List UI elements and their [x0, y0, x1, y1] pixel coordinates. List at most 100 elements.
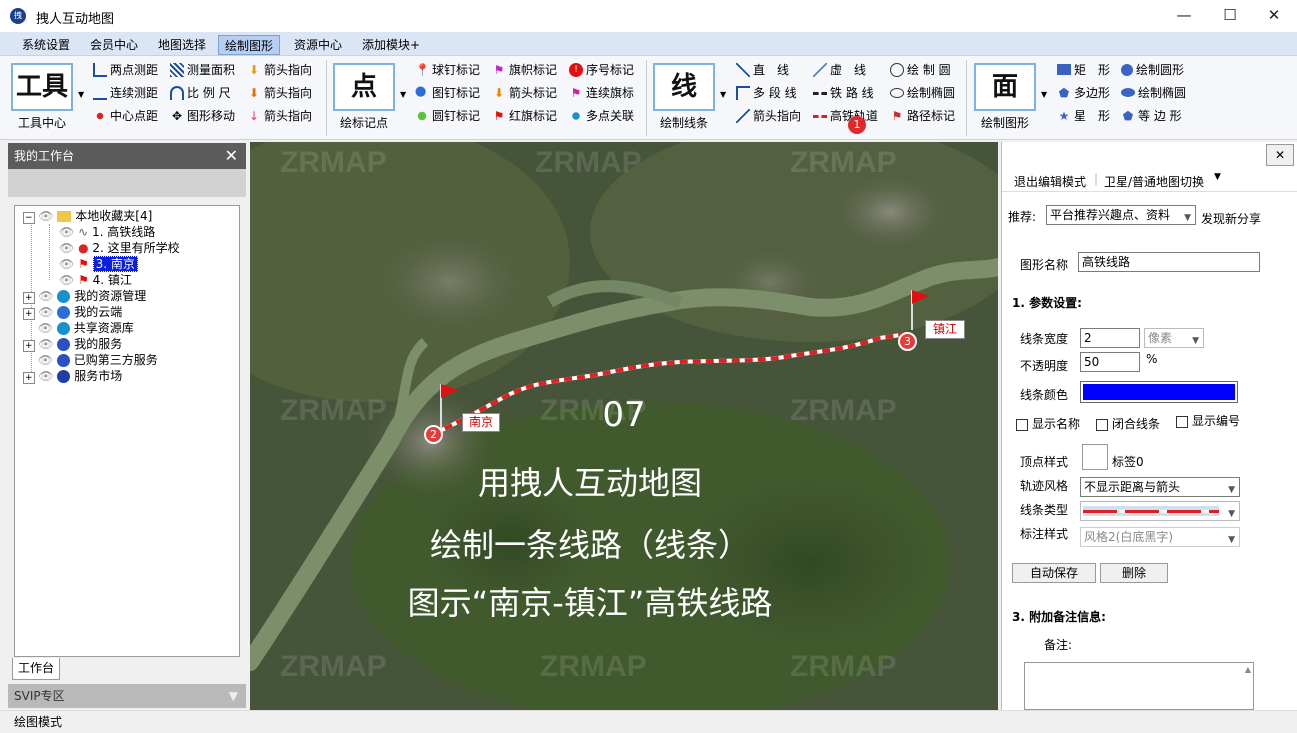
recommend-select[interactable]: 平台推荐兴趣点、资料 ▼: [1046, 205, 1196, 225]
ball-pin-button[interactable]: 📍 球钉标记: [415, 60, 480, 80]
tab-workspace[interactable]: 工作台: [12, 658, 60, 680]
map-view[interactable]: ZRMAP ZRMAP ZRMAP ZRMAP ZRMAP ZRMAP ZRMA…: [250, 142, 998, 710]
panel-close-button[interactable]: ✕: [1266, 144, 1294, 166]
checkbox-icon[interactable]: [1096, 418, 1108, 431]
shape-name-input[interactable]: 高铁线路: [1078, 252, 1260, 272]
tree-node-service-market[interactable]: + 👁 服务市场: [23, 368, 122, 384]
continuous-distance-button[interactable]: 连续测距: [93, 83, 158, 103]
draw-point-button[interactable]: 点: [333, 63, 395, 111]
regular-polygon-button[interactable]: ⬟ 等 边 形: [1121, 106, 1182, 126]
svip-section[interactable]: SVIP专区 ▼: [8, 684, 246, 708]
multi-point-link-button[interactable]: 多点关联: [569, 106, 634, 126]
tree-node-school[interactable]: 👁 ● 2. 这里有所学校: [59, 240, 180, 256]
width-unit-select[interactable]: 像素 ▼: [1144, 328, 1204, 348]
dashed-line-button[interactable]: 虚 线: [813, 60, 866, 80]
close-button[interactable]: ✕: [1251, 0, 1297, 32]
expand-icon[interactable]: +: [23, 308, 35, 320]
note-textarea[interactable]: ▲: [1024, 662, 1254, 710]
line-width-input[interactable]: 2: [1080, 328, 1140, 348]
expand-icon[interactable]: +: [23, 292, 35, 304]
tree-node-zhenjiang[interactable]: 👁 ⚑ 4. 镇江: [59, 272, 132, 288]
minimize-button[interactable]: —: [1161, 0, 1207, 32]
scroll-up-icon[interactable]: ▲: [1245, 665, 1251, 674]
eye-icon[interactable]: 👁: [59, 241, 74, 255]
draw-filled-ellipse-button[interactable]: 绘制椭圆: [1121, 83, 1186, 103]
eye-icon[interactable]: 👁: [59, 273, 74, 287]
shape-move-button[interactable]: ✥ 图形移动: [170, 106, 235, 126]
delete-button[interactable]: 删除: [1100, 563, 1168, 583]
chevron-down-icon[interactable]: ▼: [400, 90, 406, 99]
expand-icon[interactable]: +: [23, 372, 35, 384]
chevron-down-icon[interactable]: ▼: [1214, 172, 1221, 182]
chevron-down-icon[interactable]: ▼: [1041, 90, 1047, 99]
label-style-select[interactable]: 风格2(白底黑字) ▼: [1080, 527, 1240, 547]
tool-center-button[interactable]: 工具: [11, 63, 73, 111]
tree-node-third-party[interactable]: 👁 已购第三方服务: [23, 352, 158, 368]
tree-node-my-services[interactable]: + 👁 我的服务: [23, 336, 122, 352]
high-speed-rail-button[interactable]: 高铁轨道: [813, 106, 878, 126]
close-line-checkbox[interactable]: 闭合线条: [1096, 415, 1160, 432]
number-marker-button[interactable]: ! 序号标记: [569, 60, 634, 80]
thumbtack-button[interactable]: 图钉标记: [415, 83, 480, 103]
auto-save-button[interactable]: 自动保存: [1012, 563, 1096, 583]
marker-number[interactable]: 3: [898, 332, 917, 351]
railway-line-button[interactable]: 铁 路 线: [813, 83, 874, 103]
expand-icon[interactable]: +: [23, 340, 35, 352]
tree-node-local-favorites[interactable]: − 👁 本地收藏夹[4]: [23, 208, 152, 224]
round-pin-button[interactable]: 圆钉标记: [415, 106, 480, 126]
red-flag-button[interactable]: ⚑ 红旗标记: [492, 106, 557, 126]
eye-icon[interactable]: 👁: [38, 289, 53, 303]
draw-line-button[interactable]: 线: [653, 63, 715, 111]
tree-node-high-speed-rail[interactable]: 👁 ∿ 1. 高铁线路: [59, 224, 155, 240]
vertex-style-button[interactable]: [1082, 444, 1108, 470]
draw-circle-button[interactable]: 绘 制 圆: [890, 60, 951, 80]
eye-icon[interactable]: 👁: [38, 209, 53, 223]
two-point-distance-button[interactable]: 两点测距: [93, 60, 158, 80]
draw-area-button[interactable]: 面: [974, 63, 1036, 111]
menu-member-center[interactable]: 会员中心: [84, 35, 144, 55]
eye-icon[interactable]: 👁: [38, 305, 53, 319]
arrow-point-button-1[interactable]: ⬇ 箭头指向: [247, 60, 312, 80]
exit-edit-mode-button[interactable]: 退出编辑模式: [1014, 173, 1086, 190]
eye-icon[interactable]: 👁: [59, 257, 74, 271]
center-distance-button[interactable]: 中心点距: [93, 106, 158, 126]
chevron-down-icon[interactable]: ▼: [720, 90, 726, 99]
marker-label-zhenjiang[interactable]: 镇江: [925, 320, 965, 339]
menu-system-settings[interactable]: 系统设置: [16, 35, 76, 55]
draw-round-button[interactable]: 绘制圆形: [1121, 60, 1184, 80]
line-color-picker[interactable]: [1080, 381, 1238, 403]
eye-icon[interactable]: 👁: [59, 225, 74, 239]
line-type-select[interactable]: ▼: [1080, 501, 1240, 521]
scale-button[interactable]: 比 例 尺: [170, 83, 231, 103]
menu-add-module[interactable]: 添加模块+: [356, 35, 426, 55]
polygon-button[interactable]: ⬟ 多边形: [1057, 83, 1110, 103]
menu-map-select[interactable]: 地图选择: [152, 35, 212, 55]
menu-draw-shapes[interactable]: 绘制图形: [218, 35, 281, 55]
star-button[interactable]: ★ 星 形: [1057, 106, 1110, 126]
map-type-toggle-button[interactable]: 卫星/普通地图切换: [1104, 173, 1204, 190]
rectangle-button[interactable]: 矩 形: [1057, 60, 1110, 80]
close-icon[interactable]: ✕: [225, 143, 238, 169]
track-style-select[interactable]: 不显示距离与箭头 ▼: [1080, 477, 1240, 497]
draw-ellipse-button[interactable]: 绘制椭圆: [890, 83, 955, 103]
straight-line-button[interactable]: 直 线: [736, 60, 789, 80]
continuous-flag-button[interactable]: ⚑ 连续旗标: [569, 83, 634, 103]
tree-node-my-cloud[interactable]: + 👁 我的云端: [23, 304, 122, 320]
show-number-checkbox[interactable]: 显示编号: [1176, 412, 1240, 429]
eye-icon[interactable]: 👁: [38, 369, 53, 383]
eye-icon[interactable]: 👁: [38, 353, 53, 367]
arrow-line-button[interactable]: 箭头指向: [736, 106, 801, 126]
eye-icon[interactable]: 👁: [38, 337, 53, 351]
tree-node-my-resources[interactable]: + 👁 我的资源管理: [23, 288, 146, 304]
discover-link[interactable]: 发现新分享: [1201, 210, 1261, 227]
arrow-marker-button[interactable]: ⬇ 箭头标记: [492, 83, 557, 103]
eye-icon[interactable]: 👁: [38, 321, 53, 335]
collapse-icon[interactable]: −: [23, 212, 35, 224]
checkbox-icon[interactable]: [1016, 418, 1028, 431]
arrow-point-button-2[interactable]: ⬇ 箭头指向: [247, 83, 312, 103]
flag-marker-button[interactable]: ⚑ 旗帜标记: [492, 60, 557, 80]
arrow-point-button-3[interactable]: ↓ 箭头指向: [247, 106, 312, 126]
maximize-button[interactable]: ☐: [1207, 0, 1253, 32]
measure-area-button[interactable]: 测量面积: [170, 60, 235, 80]
menu-resource-center[interactable]: 资源中心: [288, 35, 348, 55]
